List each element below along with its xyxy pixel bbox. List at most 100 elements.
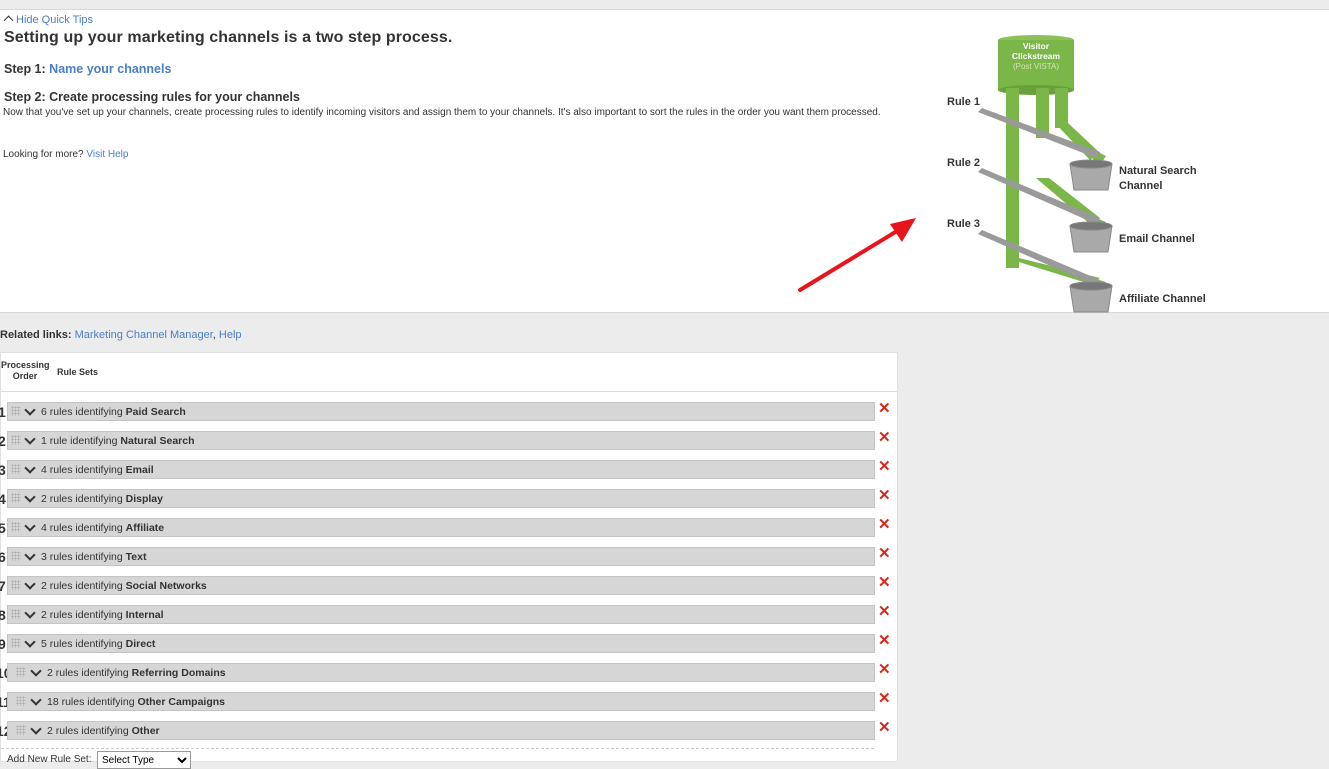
channel-name: Text (125, 551, 147, 563)
delete-icon[interactable]: ✕ (878, 691, 891, 707)
source-label-1: Visitor (1023, 41, 1050, 51)
chevron-down-icon[interactable] (24, 462, 36, 474)
channel-name: Affiliate (125, 522, 165, 534)
drag-handle-icon[interactable] (11, 435, 21, 445)
delete-icon[interactable]: ✕ (878, 575, 891, 591)
chevron-down-icon[interactable] (24, 636, 36, 648)
delete-icon[interactable]: ✕ (878, 488, 891, 504)
clickstream-source: Visitor Clickstream (Post VISTA) (998, 35, 1074, 95)
rule-set-label[interactable]: 3 rules identifying Text (41, 551, 146, 563)
rule-set-label[interactable]: 2 rules identifying Internal (41, 609, 164, 621)
rule-set-bar[interactable]: 18 rules identifying Other Campaigns (7, 692, 875, 711)
step1-prefix: Step 1: (4, 62, 46, 76)
delete-icon[interactable]: ✕ (878, 720, 891, 736)
hide-quick-tips-label[interactable]: Hide Quick Tips (16, 14, 93, 26)
marketing-channel-manager-link[interactable]: Marketing Channel Manager (75, 329, 213, 341)
related-links: Related links: Marketing Channel Manager… (0, 329, 242, 341)
delete-icon[interactable]: ✕ (878, 662, 891, 678)
rule-set-bar[interactable]: 2 rules identifying Other (7, 721, 875, 740)
rule-count-text: 3 rules identifying (41, 551, 123, 563)
channel-name: Social Networks (125, 580, 207, 592)
chevron-down-icon[interactable] (24, 520, 36, 532)
col-order-line1: Processing (1, 360, 50, 370)
drag-handle-icon[interactable] (11, 609, 21, 619)
rule-set-bar[interactable]: 4 rules identifying Affiliate (7, 518, 875, 537)
drag-handle-icon[interactable] (16, 725, 26, 735)
table-header: Processing Order Rule Sets (1, 353, 897, 392)
delete-icon[interactable]: ✕ (878, 459, 891, 475)
chevron-down-icon[interactable] (24, 491, 36, 503)
col-processing-order: Processing Order (1, 360, 50, 382)
chevron-down-icon[interactable] (24, 578, 36, 590)
chevron-down-icon[interactable] (24, 433, 36, 445)
visit-help-link[interactable]: Visit Help (86, 149, 128, 160)
drag-handle-icon[interactable] (11, 406, 21, 416)
rule-set-label[interactable]: 2 rules identifying Social Networks (41, 580, 207, 592)
help-link[interactable]: Help (219, 329, 242, 341)
rule-count-text: 4 rules identifying (41, 522, 123, 534)
name-channels-link[interactable]: Name your channels (49, 62, 171, 76)
rule-set-label[interactable]: 2 rules identifying Display (41, 493, 163, 505)
rule-set-label[interactable]: 4 rules identifying Email (41, 464, 154, 476)
drag-handle-icon[interactable] (11, 580, 21, 590)
drag-handle-icon[interactable] (11, 551, 21, 561)
rule-set-bar[interactable]: 2 rules identifying Social Networks (7, 576, 875, 595)
rule-count-text: 4 rules identifying (41, 464, 123, 476)
table-row: 82 rules identifying Internal ✕ (0, 604, 899, 634)
channel-name: Internal (125, 609, 164, 621)
delete-icon[interactable]: ✕ (878, 517, 891, 533)
rule-set-bar[interactable]: 2 rules identifying Internal (7, 605, 875, 624)
delete-icon[interactable]: ✕ (878, 546, 891, 562)
chevron-down-icon[interactable] (24, 549, 36, 561)
table-row: 95 rules identifying Direct ✕ (0, 633, 899, 663)
delete-icon[interactable]: ✕ (878, 401, 891, 417)
drag-handle-icon[interactable] (16, 667, 26, 677)
related-separator: , (212, 329, 216, 341)
col-order-line2: Order (12, 371, 38, 381)
rule-count-text: 2 rules identifying (47, 667, 129, 679)
chevron-down-icon[interactable] (30, 665, 42, 677)
rule-sets-table: Processing Order Rule Sets 16 rules ident… (0, 352, 899, 769)
table-row: 102 rules identifying Referring Domains✕ (0, 662, 899, 692)
rule-set-bar[interactable]: 1 rule identifying Natural Search (7, 431, 875, 450)
col-rule-sets: Rule Sets (57, 367, 99, 377)
delete-icon[interactable]: ✕ (878, 604, 891, 620)
rule-set-bar[interactable]: 6 rules identifying Paid Search (7, 402, 875, 421)
table-row: 21 rule identifying Natural Search ✕ (0, 430, 899, 460)
add-new-rule-set: Add New Rule Set: Select Type (1, 748, 874, 769)
channel-name: Paid Search (125, 406, 186, 418)
drag-handle-icon[interactable] (11, 464, 21, 474)
rule-count-text: 6 rules identifying (41, 406, 123, 418)
channel2-label: Email Channel (1119, 233, 1195, 245)
rule-set-label[interactable]: 6 rules identifying Paid Search (41, 406, 186, 418)
rule-set-bar[interactable]: 5 rules identifying Direct (7, 634, 875, 653)
hide-quick-tips-link[interactable]: Hide Quick Tips (3, 14, 93, 26)
rule-set-bar[interactable]: 2 rules identifying Referring Domains (7, 663, 875, 682)
rule-count-text: 2 rules identifying (41, 609, 123, 621)
delete-icon[interactable]: ✕ (878, 430, 891, 446)
rule-set-label[interactable]: 2 rules identifying Referring Domains (47, 667, 226, 679)
channel-name: Display (125, 493, 163, 505)
drag-handle-icon[interactable] (11, 493, 21, 503)
chevron-down-icon[interactable] (24, 607, 36, 619)
rule-set-label[interactable]: 18 rules identifying Other Campaigns (47, 696, 225, 708)
channel-buckets (1069, 159, 1113, 313)
chevron-down-icon[interactable] (30, 723, 42, 735)
rule-set-label[interactable]: 5 rules identifying Direct (41, 638, 155, 650)
rule-set-label[interactable]: 1 rule identifying Natural Search (41, 435, 195, 447)
rule-set-label[interactable]: 4 rules identifying Affiliate (41, 522, 164, 534)
rule-set-bar[interactable]: 3 rules identifying Text (7, 547, 875, 566)
drag-handle-icon[interactable] (11, 522, 21, 532)
channel1-label-2: Channel (1119, 180, 1162, 192)
step2: Step 2: Create processing rules for your… (4, 90, 300, 104)
rule-set-label[interactable]: 2 rules identifying Other (47, 725, 160, 737)
delete-icon[interactable]: ✕ (878, 633, 891, 649)
chevron-down-icon[interactable] (24, 404, 36, 416)
rule-type-select[interactable]: Select Type (97, 751, 191, 769)
rule-set-bar[interactable]: 4 rules identifying Email (7, 460, 875, 479)
rule-set-bar[interactable]: 2 rules identifying Display (7, 489, 875, 508)
table-row: 1118 rules identifying Other Campaigns✕ (0, 691, 899, 721)
drag-handle-icon[interactable] (16, 696, 26, 706)
chevron-down-icon[interactable] (30, 694, 42, 706)
drag-handle-icon[interactable] (11, 638, 21, 648)
